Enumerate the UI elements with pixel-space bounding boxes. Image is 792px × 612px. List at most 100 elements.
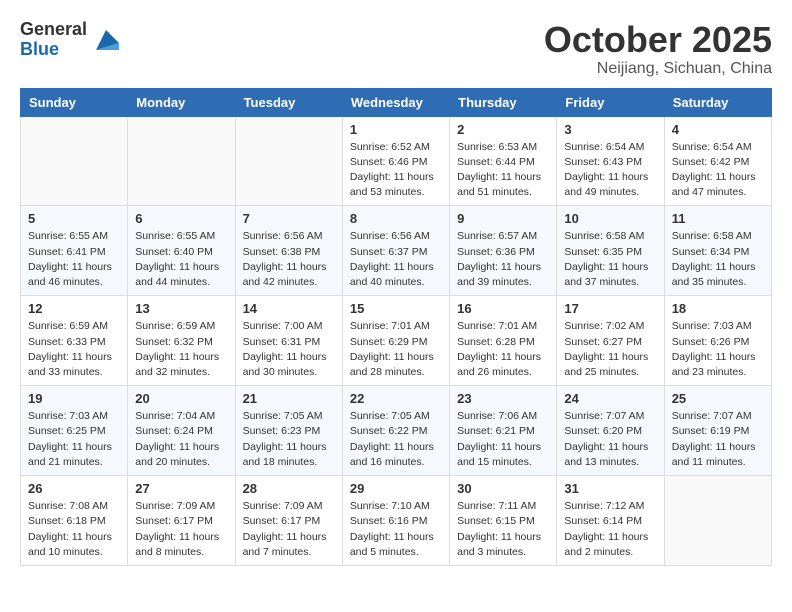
calendar-cell: 25 Sunrise: 7:07 AM Sunset: 6:19 PM Dayli… — [664, 386, 771, 476]
calendar: SundayMondayTuesdayWednesdayThursdayFrid… — [20, 88, 772, 566]
day-number: 23 — [457, 391, 549, 406]
calendar-cell: 17 Sunrise: 7:02 AM Sunset: 6:27 PM Dayli… — [557, 296, 664, 386]
calendar-cell: 30 Sunrise: 7:11 AM Sunset: 6:15 PM Dayli… — [450, 476, 557, 566]
day-number: 28 — [243, 481, 335, 496]
calendar-cell: 1 Sunrise: 6:52 AM Sunset: 6:46 PM Daylig… — [342, 116, 449, 206]
day-header: Tuesday — [235, 88, 342, 116]
day-info: Sunrise: 7:04 AM Sunset: 6:24 PM Dayligh… — [135, 409, 227, 470]
day-info: Sunrise: 6:58 AM Sunset: 6:34 PM Dayligh… — [672, 229, 764, 290]
day-number: 20 — [135, 391, 227, 406]
day-info: Sunrise: 7:08 AM Sunset: 6:18 PM Dayligh… — [28, 499, 120, 560]
calendar-cell: 31 Sunrise: 7:12 AM Sunset: 6:14 PM Dayli… — [557, 476, 664, 566]
calendar-cell: 2Sunrise: 6:53 AM Sunset: 6:44 PM Daylig… — [450, 116, 557, 206]
day-number: 24 — [564, 391, 656, 406]
day-info: Sunrise: 7:07 AM Sunset: 6:20 PM Dayligh… — [564, 409, 656, 470]
day-number: 16 — [457, 301, 549, 316]
calendar-cell: 28 Sunrise: 7:09 AM Sunset: 6:17 PM Dayli… — [235, 476, 342, 566]
day-number: 31 — [564, 481, 656, 496]
day-info: Sunrise: 7:02 AM Sunset: 6:27 PM Dayligh… — [564, 319, 656, 380]
calendar-week-row: 12Sunrise: 6:59 AM Sunset: 6:33 PM Dayli… — [21, 296, 772, 386]
calendar-cell: 14Sunrise: 7:00 AM Sunset: 6:31 PM Dayli… — [235, 296, 342, 386]
calendar-cell: 5Sunrise: 6:55 AM Sunset: 6:41 PM Daylig… — [21, 206, 128, 296]
calendar-week-row: 19Sunrise: 7:03 AM Sunset: 6:25 PM Dayli… — [21, 386, 772, 476]
day-info: Sunrise: 6:56 AM Sunset: 6:37 PM Dayligh… — [350, 229, 442, 290]
day-number: 18 — [672, 301, 764, 316]
calendar-cell: 12Sunrise: 6:59 AM Sunset: 6:33 PM Dayli… — [21, 296, 128, 386]
calendar-cell: 22Sunrise: 7:05 AM Sunset: 6:22 PM Dayli… — [342, 386, 449, 476]
day-info: Sunrise: 7:01 AM Sunset: 6:29 PM Dayligh… — [350, 319, 442, 380]
day-number: 25 — [672, 391, 764, 406]
day-number: 10 — [564, 211, 656, 226]
day-number: 8 — [350, 211, 442, 226]
calendar-cell — [664, 476, 771, 566]
day-info: Sunrise: 7:10 AM Sunset: 6:16 PM Dayligh… — [350, 499, 442, 560]
title-section: October 2025 Neijiang, Sichuan, China — [544, 20, 772, 78]
calendar-cell: 11 Sunrise: 6:58 AM Sunset: 6:34 PM Dayli… — [664, 206, 771, 296]
day-number: 29 — [350, 481, 442, 496]
day-number: 17 — [564, 301, 656, 316]
day-number: 15 — [350, 301, 442, 316]
day-header: Friday — [557, 88, 664, 116]
calendar-cell: 6 Sunrise: 6:55 AM Sunset: 6:40 PM Daylig… — [128, 206, 235, 296]
day-info: Sunrise: 6:59 AM Sunset: 6:33 PM Dayligh… — [28, 319, 120, 380]
day-info: Sunrise: 6:57 AM Sunset: 6:36 PM Dayligh… — [457, 229, 549, 290]
day-header: Saturday — [664, 88, 771, 116]
day-header: Monday — [128, 88, 235, 116]
day-info: Sunrise: 6:53 AM Sunset: 6:44 PM Dayligh… — [457, 140, 549, 201]
calendar-week-row: 1 Sunrise: 6:52 AM Sunset: 6:46 PM Daylig… — [21, 116, 772, 206]
day-number: 27 — [135, 481, 227, 496]
calendar-cell: 24 Sunrise: 7:07 AM Sunset: 6:20 PM Dayli… — [557, 386, 664, 476]
day-number: 6 — [135, 211, 227, 226]
day-info: Sunrise: 7:06 AM Sunset: 6:21 PM Dayligh… — [457, 409, 549, 470]
calendar-header-row: SundayMondayTuesdayWednesdayThursdayFrid… — [21, 88, 772, 116]
day-number: 26 — [28, 481, 120, 496]
calendar-cell: 20 Sunrise: 7:04 AM Sunset: 6:24 PM Dayli… — [128, 386, 235, 476]
day-info: Sunrise: 6:55 AM Sunset: 6:40 PM Dayligh… — [135, 229, 227, 290]
calendar-cell: 27 Sunrise: 7:09 AM Sunset: 6:17 PM Dayli… — [128, 476, 235, 566]
day-info: Sunrise: 7:05 AM Sunset: 6:23 PM Dayligh… — [243, 409, 335, 470]
calendar-week-row: 5Sunrise: 6:55 AM Sunset: 6:41 PM Daylig… — [21, 206, 772, 296]
day-header: Wednesday — [342, 88, 449, 116]
calendar-body: 1 Sunrise: 6:52 AM Sunset: 6:46 PM Daylig… — [21, 116, 772, 565]
day-info: Sunrise: 6:52 AM Sunset: 6:46 PM Dayligh… — [350, 140, 442, 201]
day-number: 30 — [457, 481, 549, 496]
day-info: Sunrise: 7:07 AM Sunset: 6:19 PM Dayligh… — [672, 409, 764, 470]
day-info: Sunrise: 7:12 AM Sunset: 6:14 PM Dayligh… — [564, 499, 656, 560]
day-info: Sunrise: 6:55 AM Sunset: 6:41 PM Dayligh… — [28, 229, 120, 290]
calendar-cell: 15 Sunrise: 7:01 AM Sunset: 6:29 PM Dayli… — [342, 296, 449, 386]
calendar-cell: 23 Sunrise: 7:06 AM Sunset: 6:21 PM Dayli… — [450, 386, 557, 476]
calendar-cell: 13Sunrise: 6:59 AM Sunset: 6:32 PM Dayli… — [128, 296, 235, 386]
day-number: 7 — [243, 211, 335, 226]
calendar-cell: 29 Sunrise: 7:10 AM Sunset: 6:16 PM Dayli… — [342, 476, 449, 566]
day-info: Sunrise: 7:09 AM Sunset: 6:17 PM Dayligh… — [243, 499, 335, 560]
day-info: Sunrise: 6:54 AM Sunset: 6:43 PM Dayligh… — [564, 140, 656, 201]
day-info: Sunrise: 7:03 AM Sunset: 6:26 PM Dayligh… — [672, 319, 764, 380]
calendar-cell — [21, 116, 128, 206]
day-number: 1 — [350, 122, 442, 137]
day-info: Sunrise: 7:01 AM Sunset: 6:28 PM Dayligh… — [457, 319, 549, 380]
calendar-cell: 8 Sunrise: 6:56 AM Sunset: 6:37 PM Daylig… — [342, 206, 449, 296]
logo-blue: Blue — [20, 40, 87, 60]
calendar-week-row: 26 Sunrise: 7:08 AM Sunset: 6:18 PM Dayli… — [21, 476, 772, 566]
day-info: Sunrise: 6:58 AM Sunset: 6:35 PM Dayligh… — [564, 229, 656, 290]
calendar-cell: 9Sunrise: 6:57 AM Sunset: 6:36 PM Daylig… — [450, 206, 557, 296]
day-info: Sunrise: 7:11 AM Sunset: 6:15 PM Dayligh… — [457, 499, 549, 560]
day-number: 21 — [243, 391, 335, 406]
calendar-cell: 16 Sunrise: 7:01 AM Sunset: 6:28 PM Dayli… — [450, 296, 557, 386]
day-info: Sunrise: 7:09 AM Sunset: 6:17 PM Dayligh… — [135, 499, 227, 560]
calendar-cell: 18 Sunrise: 7:03 AM Sunset: 6:26 PM Dayli… — [664, 296, 771, 386]
day-info: Sunrise: 6:54 AM Sunset: 6:42 PM Dayligh… — [672, 140, 764, 201]
calendar-cell: 7Sunrise: 6:56 AM Sunset: 6:38 PM Daylig… — [235, 206, 342, 296]
logo-text: General Blue — [20, 20, 87, 60]
day-number: 11 — [672, 211, 764, 226]
calendar-cell: 21 Sunrise: 7:05 AM Sunset: 6:23 PM Dayli… — [235, 386, 342, 476]
calendar-cell — [235, 116, 342, 206]
calendar-cell: 10 Sunrise: 6:58 AM Sunset: 6:35 PM Dayli… — [557, 206, 664, 296]
day-number: 3 — [564, 122, 656, 137]
calendar-cell: 19Sunrise: 7:03 AM Sunset: 6:25 PM Dayli… — [21, 386, 128, 476]
day-number: 4 — [672, 122, 764, 137]
logo-icon — [91, 25, 121, 55]
day-header: Sunday — [21, 88, 128, 116]
logo: General Blue — [20, 20, 121, 60]
day-header: Thursday — [450, 88, 557, 116]
